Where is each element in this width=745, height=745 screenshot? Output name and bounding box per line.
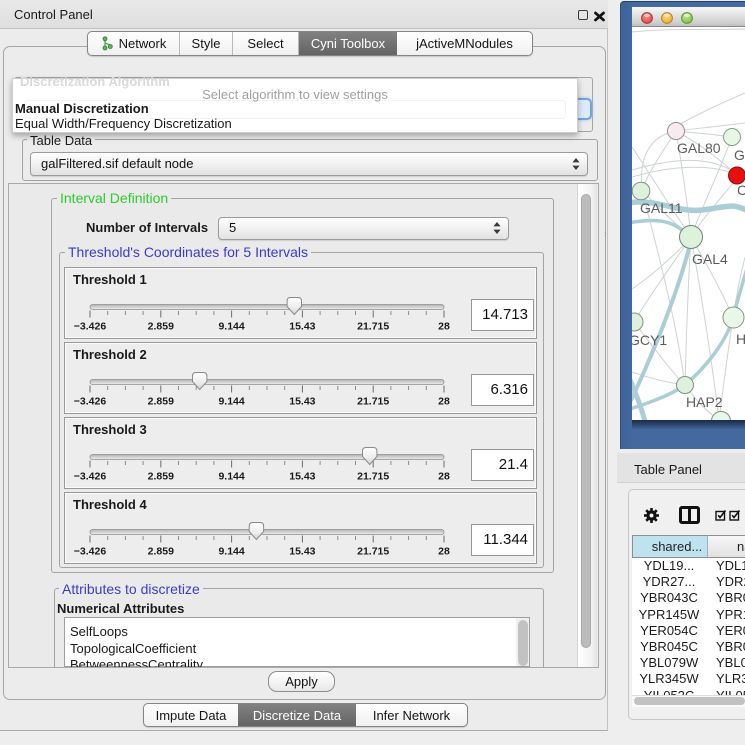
svg-text:15.43: 15.43 [289, 321, 315, 333]
svg-text:−3.426: −3.426 [74, 471, 107, 483]
svg-text:21.715: 21.715 [357, 396, 389, 408]
svg-text:2.859: 2.859 [148, 471, 174, 483]
svg-text:−3.426: −3.426 [74, 396, 107, 408]
svg-text:GAL4: GAL4 [692, 251, 728, 267]
svg-text:9.144: 9.144 [218, 321, 244, 333]
svg-text:−3.426: −3.426 [74, 321, 107, 333]
svg-text:C: C [737, 182, 745, 198]
svg-text:GAL11: GAL11 [640, 200, 683, 216]
svg-text:GCY1: GCY1 [632, 332, 667, 348]
svg-text:28: 28 [438, 471, 450, 483]
svg-text:9.144: 9.144 [218, 546, 244, 558]
svg-text:21.715: 21.715 [357, 546, 389, 558]
svg-text:15.43: 15.43 [289, 471, 315, 483]
svg-text:21.715: 21.715 [357, 321, 389, 333]
svg-text:H: H [736, 331, 745, 347]
svg-text:−3.426: −3.426 [74, 546, 107, 558]
svg-text:28: 28 [438, 396, 450, 408]
svg-text:21.715: 21.715 [357, 471, 389, 483]
svg-text:28: 28 [438, 546, 450, 558]
svg-text:GAL80: GAL80 [677, 140, 721, 156]
svg-text:HAP2: HAP2 [686, 394, 723, 410]
svg-text:2.859: 2.859 [148, 546, 174, 558]
svg-text:2.859: 2.859 [148, 321, 174, 333]
svg-text:9.144: 9.144 [218, 471, 244, 483]
svg-text:9.144: 9.144 [218, 396, 244, 408]
svg-text:2.859: 2.859 [148, 396, 174, 408]
svg-text:15.43: 15.43 [289, 546, 315, 558]
svg-text:GA: GA [734, 147, 745, 163]
svg-text:15.43: 15.43 [289, 396, 315, 408]
svg-text:28: 28 [438, 321, 450, 333]
